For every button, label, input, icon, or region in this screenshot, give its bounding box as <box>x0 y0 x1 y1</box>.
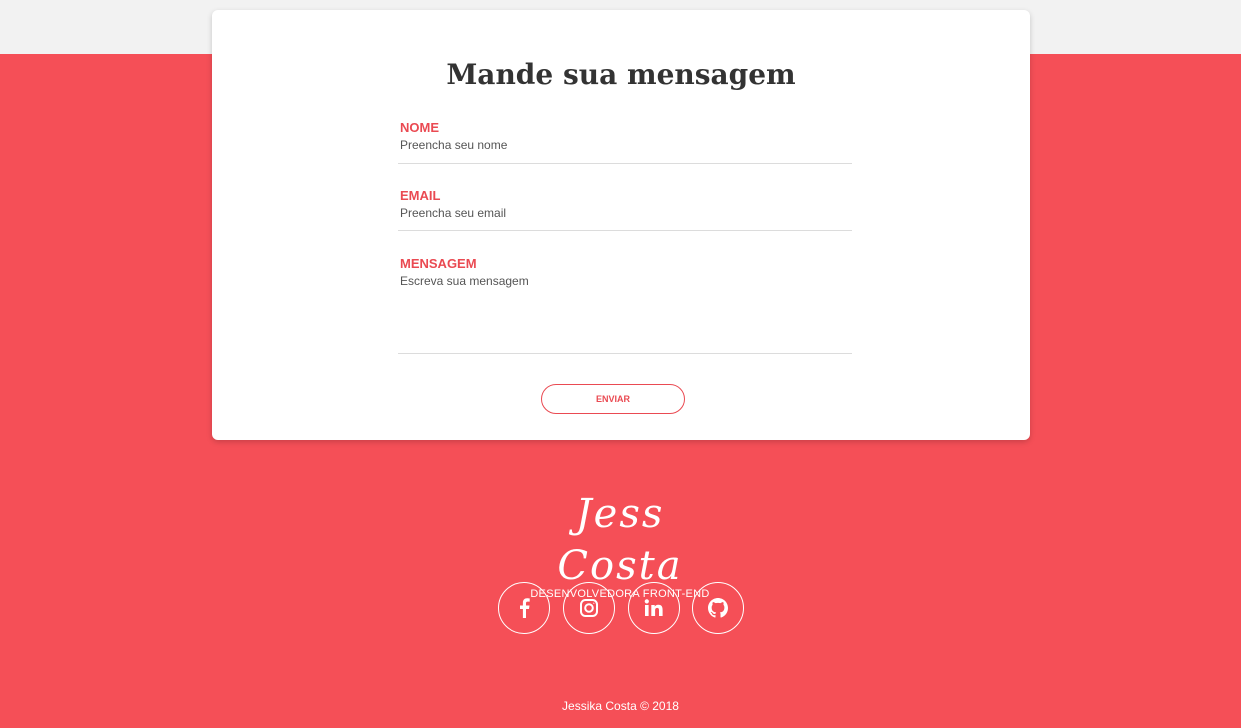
name-field: NOME <box>398 120 852 164</box>
name-label: NOME <box>400 120 439 135</box>
name-input[interactable] <box>400 138 840 152</box>
logo-name: Jess Costa <box>557 491 683 589</box>
contact-form-card: Mande sua mensagem NOME EMAIL MENSAGEM E… <box>212 10 1030 440</box>
email-label: EMAIL <box>400 188 441 203</box>
message-field: MENSAGEM <box>398 256 852 354</box>
message-textarea[interactable] <box>400 274 840 334</box>
github-icon <box>708 598 728 618</box>
copyright-text: Jessika Costa © 2018 <box>562 699 679 713</box>
instagram-link[interactable] <box>563 582 615 634</box>
form-title: Mande sua mensagem <box>446 58 796 91</box>
facebook-icon <box>518 598 530 618</box>
linkedin-link[interactable] <box>628 582 680 634</box>
message-label: MENSAGEM <box>400 256 477 271</box>
footer-logo: Jess Costa DESENVOLVEDORA FRONT-END <box>520 488 720 600</box>
linkedin-icon <box>644 599 664 617</box>
instagram-icon <box>579 598 599 618</box>
facebook-link[interactable] <box>498 582 550 634</box>
send-button[interactable]: ENVIAR <box>541 384 685 414</box>
github-link[interactable] <box>692 582 744 634</box>
logo-subtitle: DESENVOLVEDORA FRONT-END <box>530 588 710 600</box>
email-input[interactable] <box>400 206 840 220</box>
email-field: EMAIL <box>398 188 852 231</box>
